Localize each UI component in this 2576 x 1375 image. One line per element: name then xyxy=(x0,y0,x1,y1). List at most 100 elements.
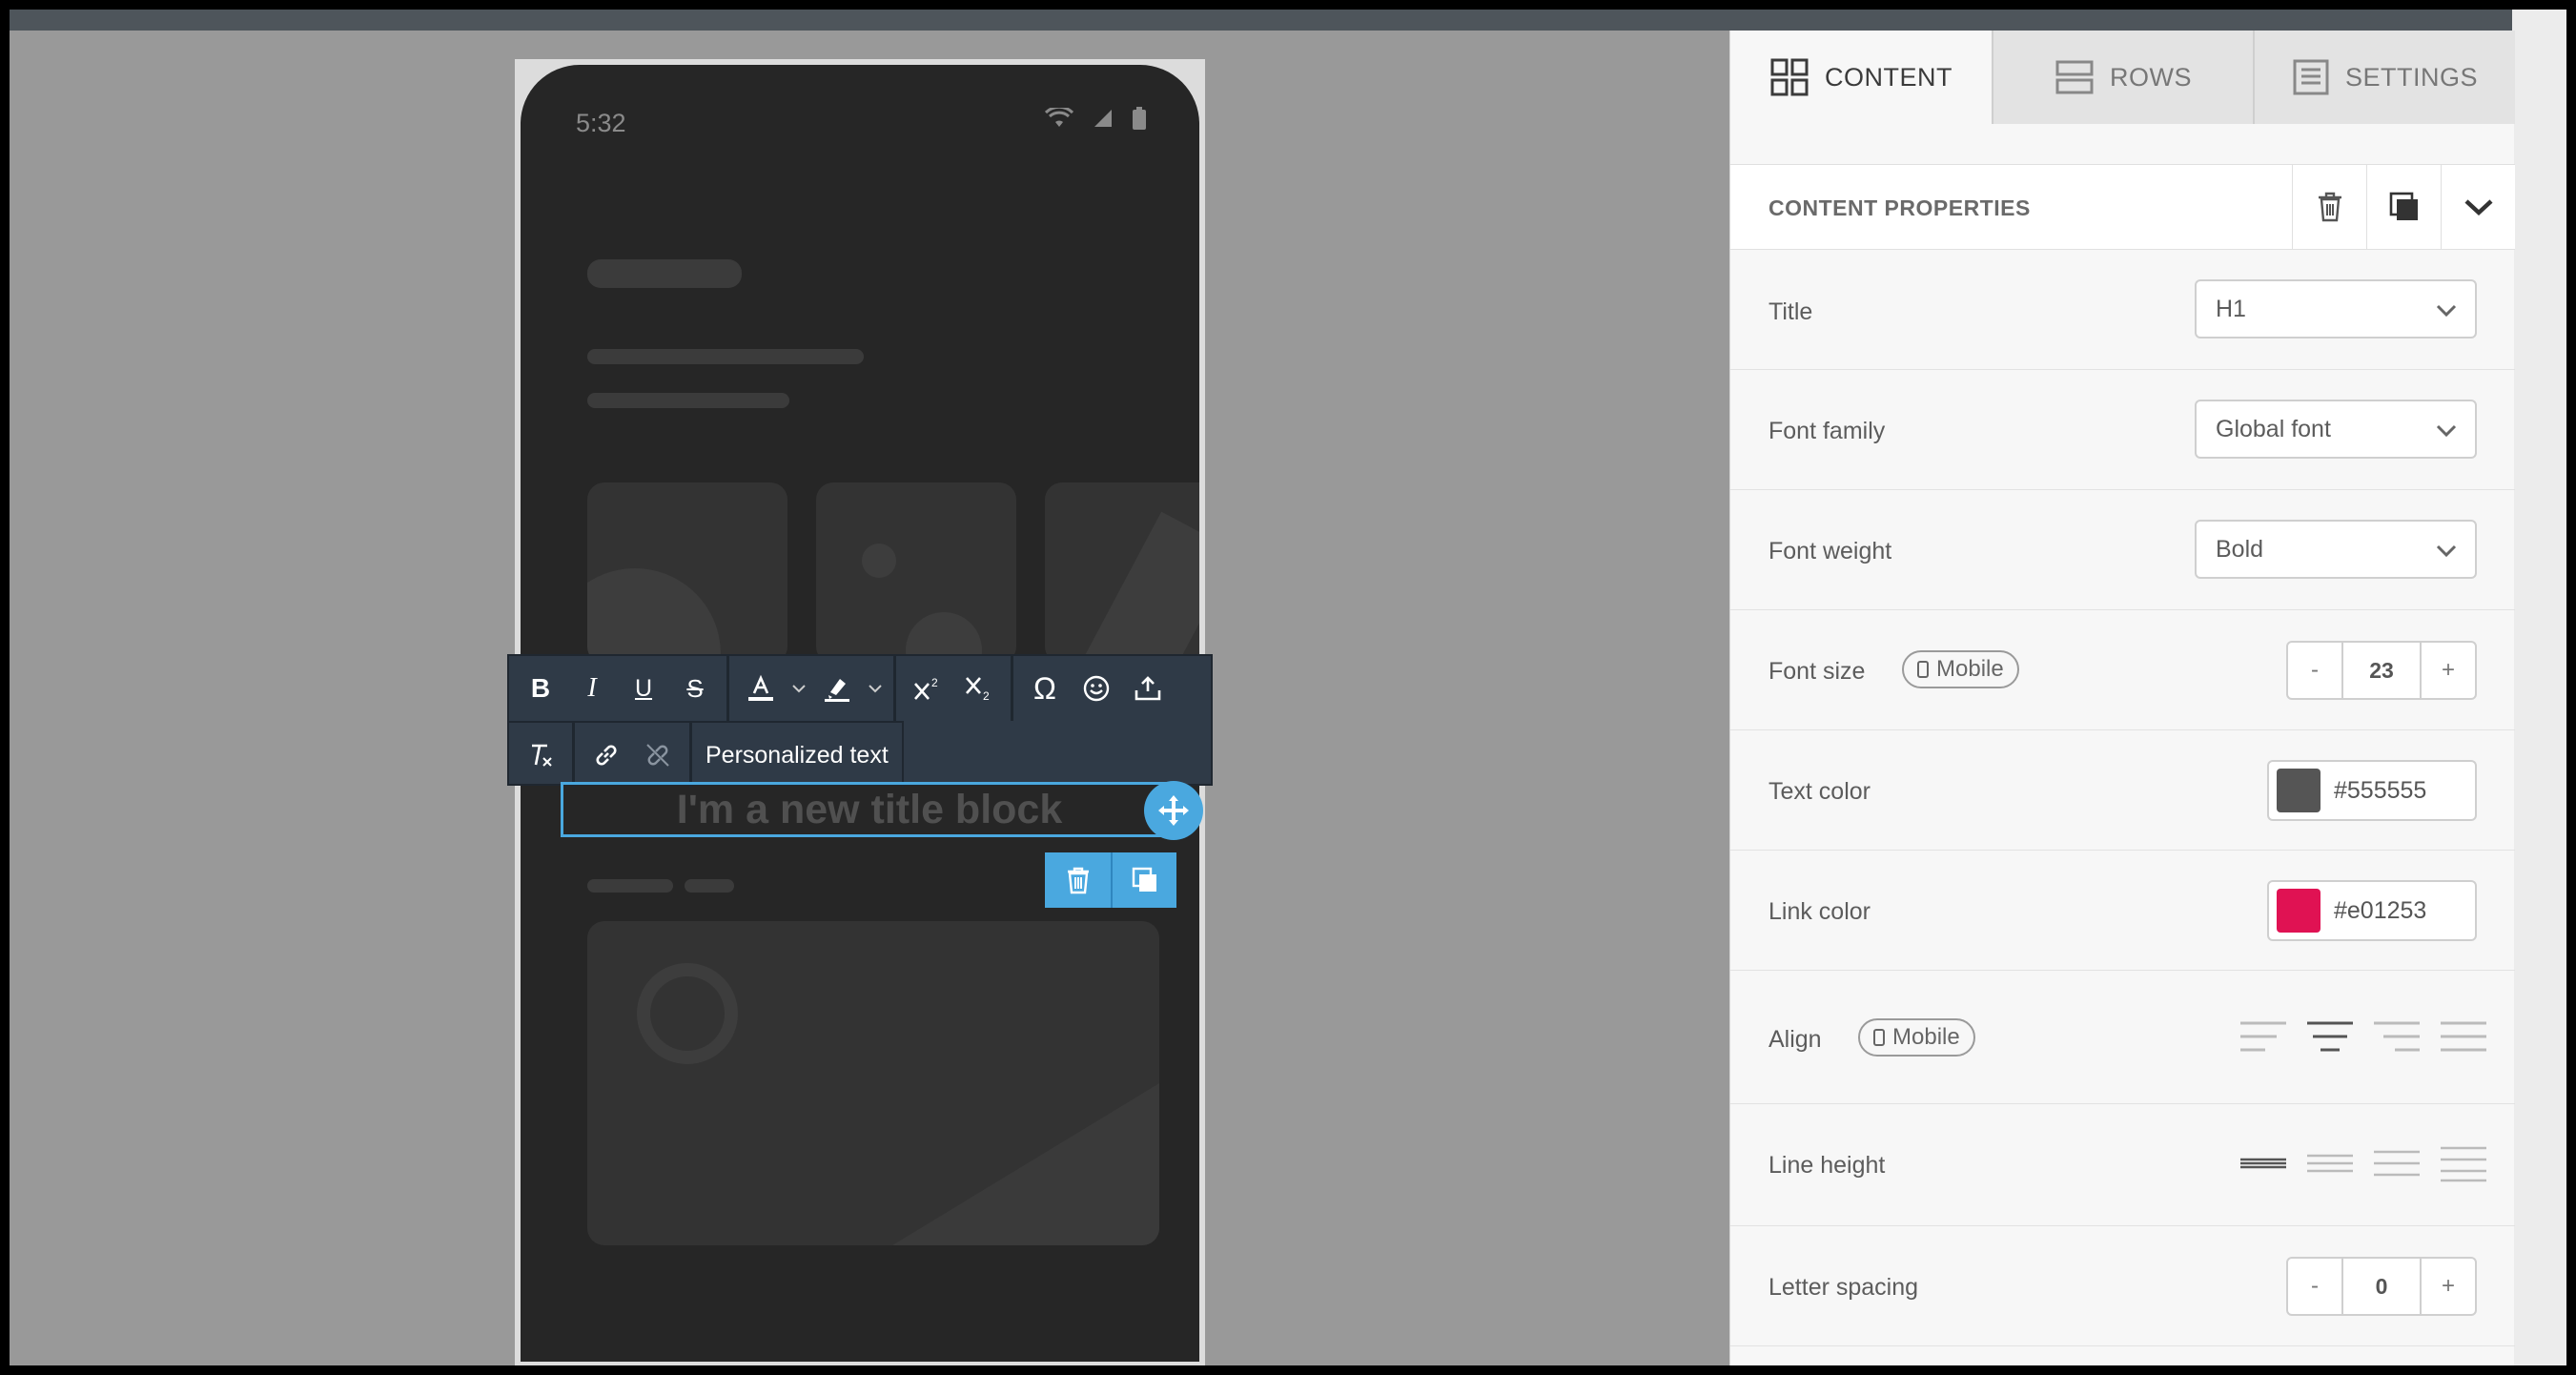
subscript-button[interactable]: 2 xyxy=(953,663,1005,714)
line-height-relaxed-icon xyxy=(2374,1150,2420,1177)
font-family-label: Font family xyxy=(1768,418,1886,444)
chevron-down-icon xyxy=(792,685,806,693)
text-color-dropdown[interactable] xyxy=(787,663,811,714)
align-mobile-label: Mobile xyxy=(1892,1024,1960,1050)
font-size-stepper: - 23 + xyxy=(2286,641,2477,700)
trash-icon xyxy=(1067,867,1089,894)
move-handle[interactable] xyxy=(1144,781,1203,840)
link-color-swatch[interactable] xyxy=(2277,889,2320,933)
delete-block-button[interactable] xyxy=(1045,852,1111,908)
upload-tray-icon xyxy=(1135,676,1161,701)
rows-icon xyxy=(2055,60,2094,94)
prop-line-height: Line height xyxy=(1730,1104,2515,1226)
wifi-icon xyxy=(1045,108,1073,127)
tab-settings-label: SETTINGS xyxy=(2344,62,2478,92)
letter-spacing-increment[interactable]: + xyxy=(2422,1259,2475,1314)
content-properties-header: CONTENT PROPERTIES xyxy=(1730,164,2515,250)
placeholder-line xyxy=(587,349,864,364)
personalized-text-button[interactable]: Personalized text xyxy=(692,723,904,788)
highlight-dropdown[interactable] xyxy=(863,663,888,714)
superscript-button[interactable]: 2 xyxy=(902,663,953,714)
letter-spacing-value[interactable]: 0 xyxy=(2341,1259,2422,1314)
highlight-button[interactable] xyxy=(811,663,863,714)
line-height-tight-button[interactable] xyxy=(2239,1144,2288,1182)
italic-icon: I xyxy=(587,673,597,703)
bold-button[interactable]: B xyxy=(515,663,566,714)
chevron-down-icon xyxy=(2436,424,2457,438)
remove-link-button[interactable] xyxy=(632,729,684,781)
tab-content[interactable]: CONTENT xyxy=(1730,31,1993,124)
font-family-select[interactable]: Global font xyxy=(2195,400,2477,459)
grid-icon xyxy=(1770,58,1809,96)
font-size-mobile-label: Mobile xyxy=(1936,656,2004,682)
align-left-button[interactable] xyxy=(2239,1018,2288,1057)
line-height-tight-icon xyxy=(2240,1158,2286,1169)
align-justify-button[interactable] xyxy=(2439,1018,2488,1057)
line-height-normal-button[interactable] xyxy=(2305,1144,2355,1182)
tab-settings[interactable]: SETTINGS xyxy=(2255,31,2515,124)
link-color-value: #e01253 xyxy=(2334,896,2427,924)
line-height-normal-icon xyxy=(2307,1154,2353,1173)
line-height-options xyxy=(2239,1144,2488,1182)
top-bar xyxy=(10,10,2512,31)
align-label: Align xyxy=(1768,1026,1822,1053)
align-left-icon xyxy=(2240,1021,2286,1052)
duplicate-content-button[interactable] xyxy=(2366,165,2441,249)
merge-tag-button[interactable] xyxy=(1122,663,1174,714)
underline-button[interactable]: U xyxy=(618,663,669,714)
title-block-selected[interactable]: I'm a new title block xyxy=(561,782,1178,837)
status-time: 5:32 xyxy=(576,109,626,137)
title-select-value: H1 xyxy=(2216,295,2246,322)
align-mobile-toggle[interactable]: Mobile xyxy=(1858,1018,1975,1057)
chevron-down-icon xyxy=(869,685,882,693)
collapse-properties-button[interactable] xyxy=(2441,165,2515,249)
special-characters-button[interactable]: Ω xyxy=(1019,663,1071,714)
settings-doc-icon xyxy=(2293,59,2329,95)
clear-formatting-button[interactable] xyxy=(515,729,566,781)
text-color-swatch[interactable] xyxy=(2277,769,2320,812)
prop-letter-spacing: Letter spacing - 0 + xyxy=(1730,1226,2515,1346)
signal-icon xyxy=(1094,110,1112,127)
italic-button[interactable]: I xyxy=(566,663,618,714)
duplicate-icon xyxy=(2389,192,2418,220)
font-size-value[interactable]: 23 xyxy=(2341,643,2422,698)
align-right-button[interactable] xyxy=(2372,1018,2422,1057)
font-size-increment[interactable]: + xyxy=(2422,643,2475,698)
font-weight-value: Bold xyxy=(2216,535,2264,563)
placeholder-card xyxy=(816,482,1016,664)
link-color-field[interactable]: #e01253 xyxy=(2267,880,2477,941)
delete-content-button[interactable] xyxy=(2292,165,2366,249)
color-group xyxy=(729,656,896,721)
text-color-icon xyxy=(748,674,773,701)
insert-link-button[interactable] xyxy=(581,729,632,781)
title-block-text[interactable]: I'm a new title block xyxy=(677,787,1063,833)
strikethrough-button[interactable]: S xyxy=(669,663,721,714)
title-select[interactable]: H1 xyxy=(2195,279,2477,339)
bold-icon: B xyxy=(530,673,551,703)
align-justify-icon xyxy=(2441,1021,2486,1052)
highlighter-icon xyxy=(825,679,849,702)
insert-group: Ω xyxy=(1013,656,1179,721)
align-center-button[interactable] xyxy=(2305,1018,2355,1057)
text-color-button[interactable] xyxy=(735,663,787,714)
font-size-decrement[interactable]: - xyxy=(2288,643,2341,698)
placeholder-line xyxy=(587,879,673,893)
line-height-relaxed-button[interactable] xyxy=(2372,1144,2422,1182)
move-arrows-icon xyxy=(1158,795,1189,826)
unlink-icon xyxy=(646,744,669,767)
letter-spacing-decrement[interactable]: - xyxy=(2288,1259,2341,1314)
personalized-text-label: Personalized text xyxy=(705,741,889,769)
omega-icon: Ω xyxy=(1033,670,1056,706)
placeholder-image-card xyxy=(587,921,1159,1245)
font-weight-select[interactable]: Bold xyxy=(2195,520,2477,579)
emoji-button[interactable] xyxy=(1071,663,1122,714)
duplicate-block-button[interactable] xyxy=(1111,852,1176,908)
scrollbar-track[interactable] xyxy=(2512,10,2566,1365)
format-group: B I U S xyxy=(509,656,729,721)
font-size-mobile-toggle[interactable]: Mobile xyxy=(1902,650,2019,688)
tab-rows[interactable]: ROWS xyxy=(1993,31,2255,124)
text-color-field[interactable]: #555555 xyxy=(2267,760,2477,821)
line-height-loose-button[interactable] xyxy=(2439,1144,2488,1182)
letter-spacing-label: Letter spacing xyxy=(1768,1274,1919,1301)
placeholder-line xyxy=(587,393,789,408)
